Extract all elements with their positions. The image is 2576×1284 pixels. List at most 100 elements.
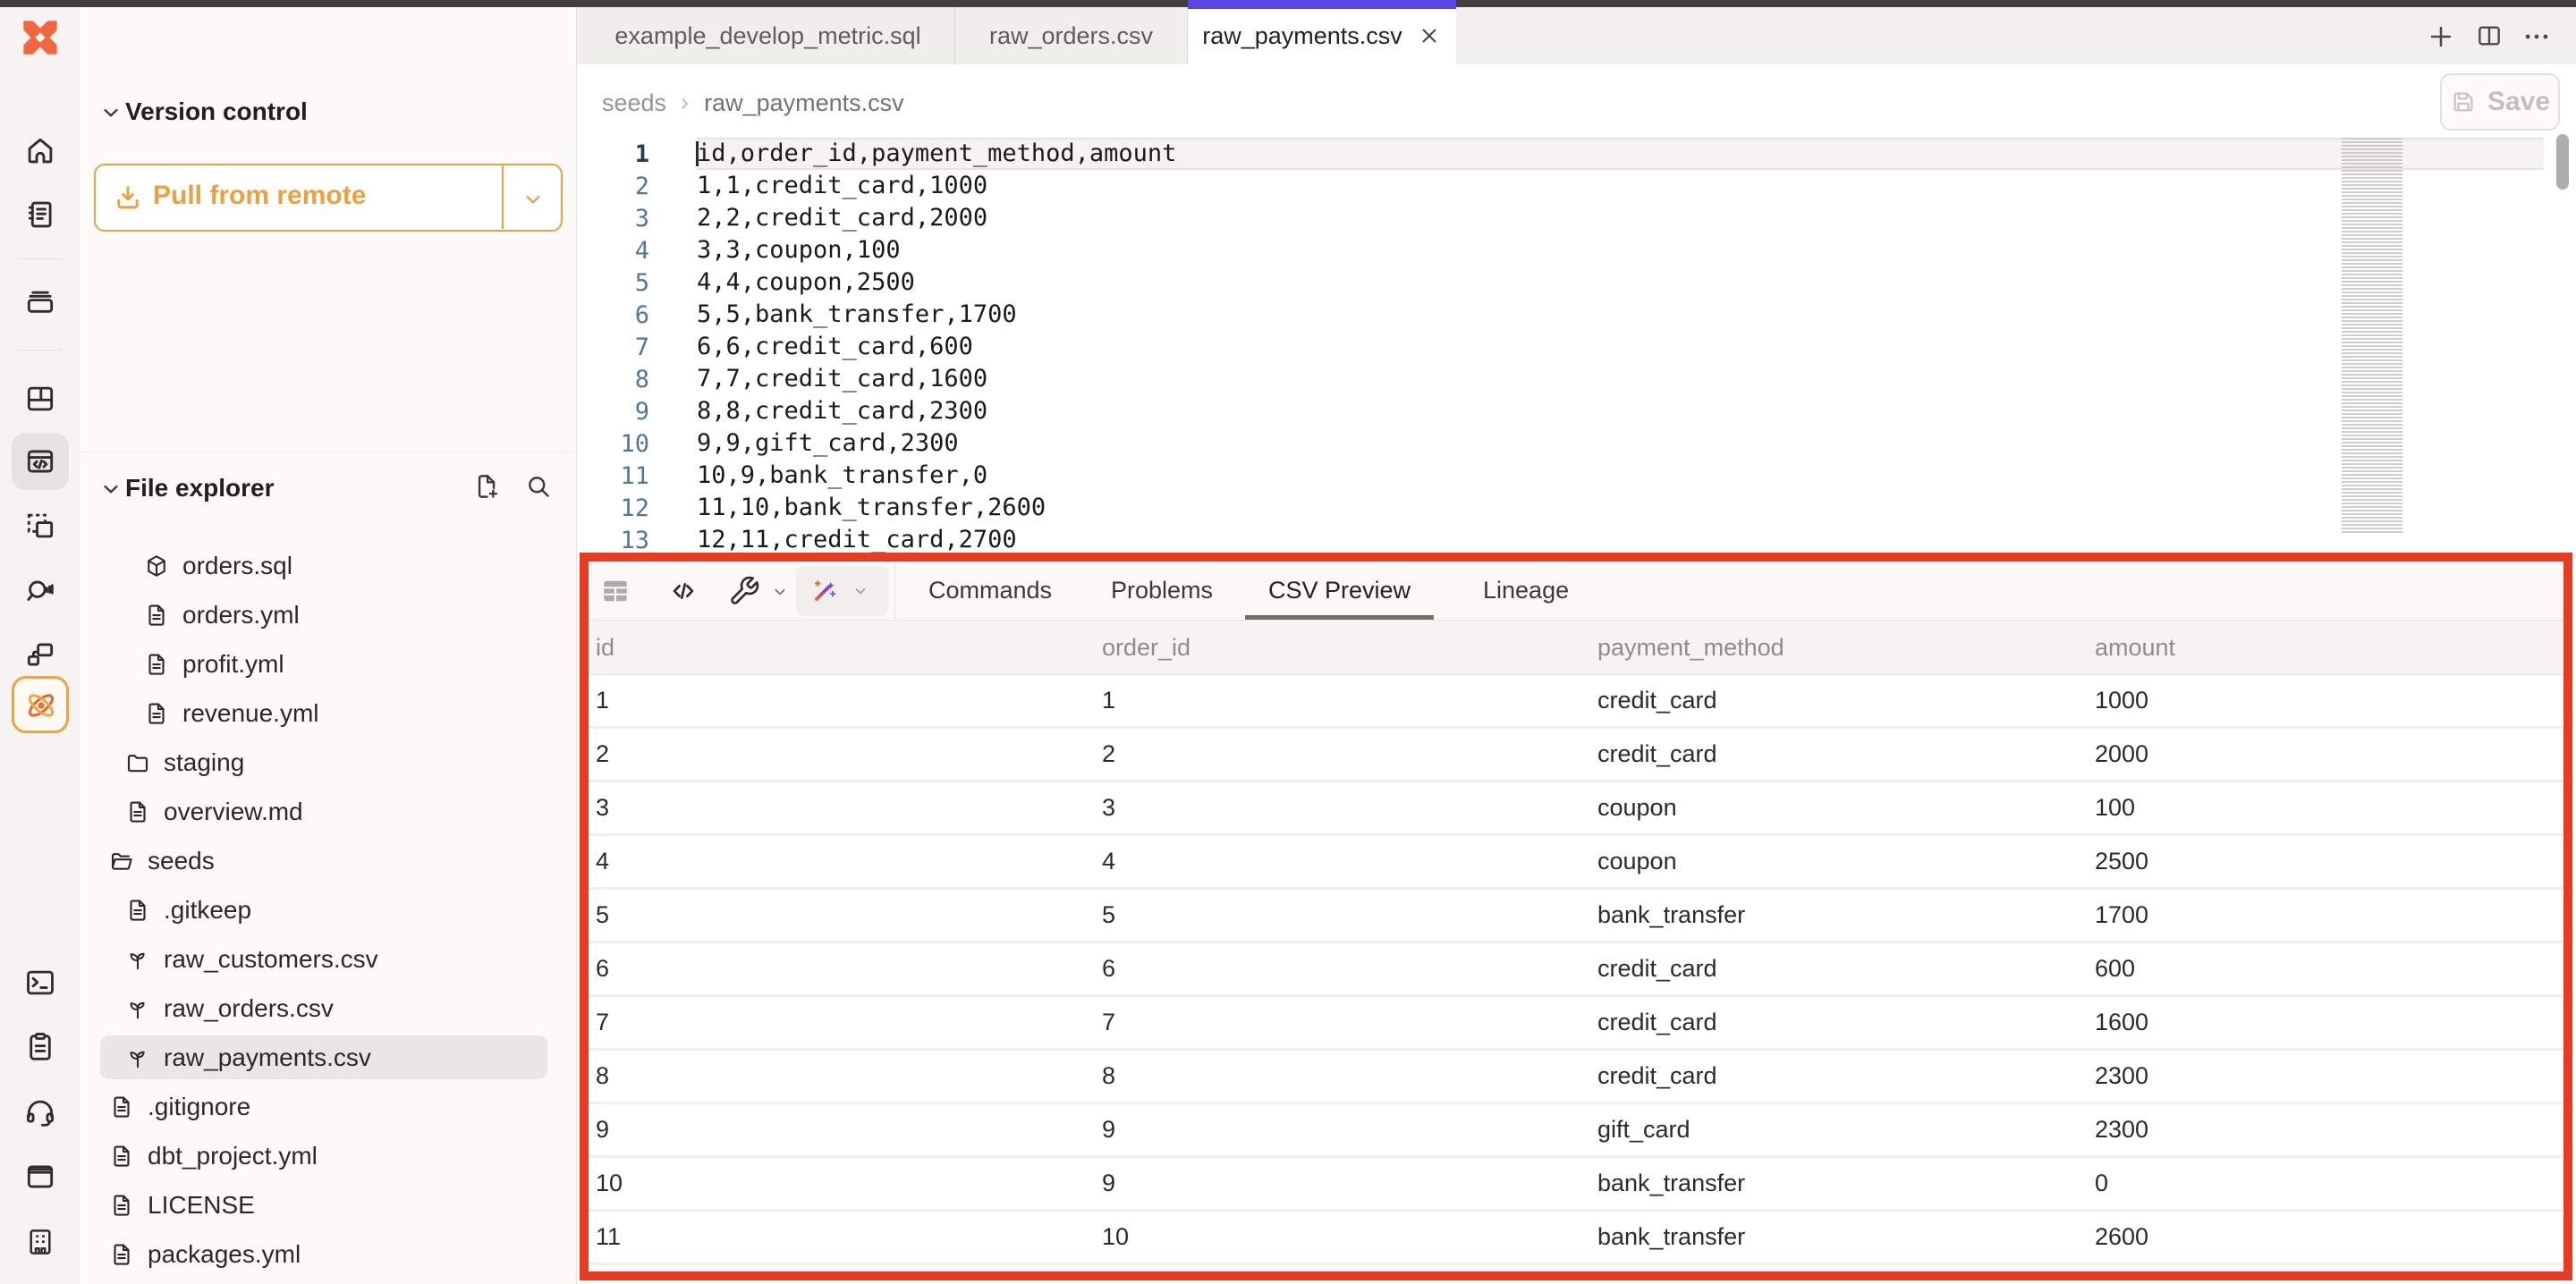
tab-raw-payments-active[interactable]: raw_payments.csv	[1188, 7, 1456, 64]
file-row[interactable]: overview.md	[80, 787, 577, 836]
line-number: 11	[577, 462, 649, 490]
line-text: 3,3,coupon,100	[697, 234, 2544, 266]
cell: 8	[1095, 1051, 1590, 1102]
cell: 1	[1095, 675, 1590, 726]
panel-tab-problems[interactable]: Problems	[1111, 562, 1213, 620]
tab-label: raw_orders.csv	[989, 22, 1153, 50]
code-view-icon[interactable]	[667, 575, 699, 607]
folder-row[interactable]: seeds	[80, 836, 577, 885]
panel-tab-lineage[interactable]: Lineage	[1483, 562, 1569, 620]
version-control-title: Version control	[125, 97, 308, 126]
browser-docs-icon[interactable]	[23, 1160, 57, 1194]
line-text: 5,5,bank_transfer,1700	[697, 299, 2544, 331]
line-number: 10	[577, 430, 649, 458]
folder-open-icon	[108, 848, 135, 874]
cell: 7	[589, 997, 1095, 1048]
line-text: 12,11,credit_card,2700	[697, 524, 2544, 556]
file-row-selected[interactable]: raw_payments.csv	[80, 1033, 577, 1082]
split-view-icon[interactable]	[2475, 21, 2504, 50]
cell: 6	[589, 943, 1095, 994]
dashboard-grid-icon[interactable]	[23, 382, 57, 416]
ai-assist-group[interactable]	[796, 566, 889, 616]
line-number: 3	[577, 205, 649, 232]
save-button[interactable]: Save	[2440, 73, 2560, 131]
code-line: 2 1,1,credit_card,1000	[577, 170, 2576, 202]
seed-icon	[124, 995, 151, 1022]
minimap[interactable]	[2342, 138, 2402, 535]
chevron-down-icon[interactable]	[852, 582, 869, 600]
file-row[interactable]: revenue.yml	[80, 688, 577, 738]
cell: credit_card	[1590, 997, 2088, 1048]
cell: 2	[1095, 729, 1590, 780]
code-window-icon	[23, 444, 57, 478]
model-cube-icon	[143, 553, 170, 579]
activity-bar	[0, 7, 81, 1284]
tab-example-develop-metric[interactable]: example_develop_metric.sql	[581, 7, 955, 64]
file-row[interactable]: raw_orders.csv	[80, 984, 577, 1033]
line-number: 6	[577, 301, 649, 329]
archive-stack-icon[interactable]	[23, 285, 57, 319]
file-label: orders.yml	[182, 601, 300, 629]
activity-divider	[18, 258, 63, 259]
magic-wand-icon[interactable]	[809, 575, 841, 607]
dbt-assist-tool[interactable]	[12, 676, 69, 733]
file-row[interactable]: profit.yml	[80, 639, 577, 688]
file-label: raw_orders.csv	[164, 994, 334, 1023]
line-text: 1,1,credit_card,1000	[697, 170, 2544, 202]
new-tab-plus-icon[interactable]	[2426, 21, 2456, 52]
headset-support-icon[interactable]	[23, 1095, 57, 1129]
code-area[interactable]: 1 id,order_id,payment_method,amount 2 1,…	[577, 138, 2576, 556]
folder-icon	[124, 749, 151, 776]
panel-tab-csv-preview[interactable]: CSV Preview	[1268, 562, 1411, 620]
document-icon	[108, 1241, 135, 1268]
search-icon[interactable]	[523, 471, 554, 502]
clipboard-icon[interactable]	[23, 1030, 57, 1064]
file-row[interactable]: raw_customers.csv	[80, 934, 577, 984]
file-row[interactable]: LICENSE	[80, 1180, 577, 1229]
table-view-icon[interactable]	[599, 575, 631, 607]
file-row[interactable]: dbt_project.yml	[80, 1131, 577, 1180]
file-row[interactable]: packages.yml	[80, 1229, 577, 1279]
query-explore-icon[interactable]	[23, 573, 57, 607]
cell: 6	[1095, 943, 1590, 994]
chevron-down-icon[interactable]	[521, 187, 546, 212]
panel-tab-commands[interactable]: Commands	[928, 562, 1052, 620]
terminal-icon[interactable]	[23, 966, 57, 1000]
code-line: 4 3,3,coupon,100	[577, 234, 2576, 266]
file-row[interactable]: .gitkeep	[80, 885, 577, 934]
file-row[interactable]: orders.sql	[80, 541, 577, 590]
pull-from-remote-button[interactable]: Pull from remote	[94, 164, 563, 232]
cell: credit_card	[1590, 943, 2088, 994]
new-file-icon[interactable]	[471, 471, 502, 502]
save-label: Save	[2487, 87, 2550, 117]
wrench-icon[interactable]	[728, 575, 760, 607]
more-options-icon[interactable]	[2521, 21, 2552, 52]
organization-building-icon[interactable]	[23, 1225, 57, 1259]
line-number: 13	[577, 527, 649, 554]
table-row: 7 7 credit_card 1600	[589, 997, 2563, 1051]
selection-frame-icon[interactable]	[23, 509, 57, 543]
cell: 5	[1095, 890, 1590, 941]
file-row[interactable]: orders.yml	[80, 590, 577, 639]
scrollbar-thumb[interactable]	[2556, 134, 2569, 190]
tab-raw-orders[interactable]: raw_orders.csv	[955, 7, 1188, 64]
notebook-icon[interactable]	[23, 198, 57, 232]
linked-windows-icon[interactable]	[23, 638, 57, 672]
close-icon[interactable]	[1417, 23, 1442, 48]
csv-preview-table: id order_id payment_method amount 1 1 cr…	[589, 621, 2563, 1271]
document-icon	[108, 1192, 135, 1219]
folder-row[interactable]: staging	[80, 738, 577, 787]
line-text: 4,4,coupon,2500	[697, 266, 2544, 299]
code-editor-tool[interactable]	[12, 433, 69, 490]
chevron-down-icon[interactable]	[771, 583, 789, 601]
home-icon[interactable]	[23, 133, 57, 167]
chevron-down-icon[interactable]	[98, 477, 123, 502]
cell: 10	[589, 1158, 1095, 1209]
file-label: raw_customers.csv	[164, 945, 378, 974]
code-line: 13 12,11,credit_card,2700	[577, 524, 2576, 556]
file-row[interactable]: .gitignore	[80, 1082, 577, 1131]
seed-icon	[124, 1044, 151, 1071]
file-label: .gitignore	[148, 1093, 250, 1121]
chevron-down-icon[interactable]	[98, 100, 123, 125]
line-number: 9	[577, 398, 649, 426]
